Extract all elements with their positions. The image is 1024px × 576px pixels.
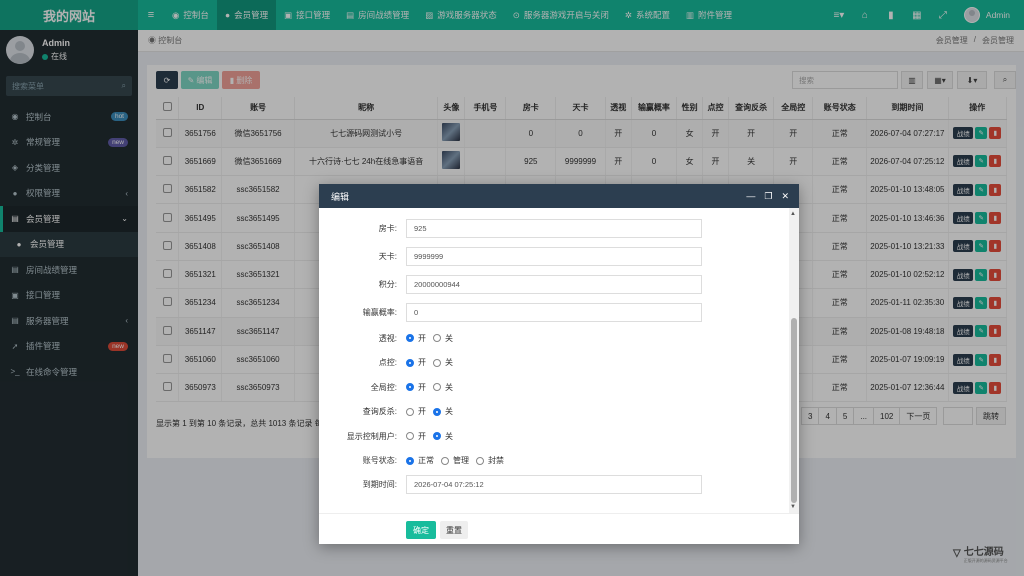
radio-option[interactable]: 开 bbox=[406, 333, 426, 344]
field-label: 点控: bbox=[378, 358, 397, 367]
radio-row: 显示控制用户: 开关 bbox=[319, 426, 789, 446]
close-icon[interactable]: ✕ bbox=[781, 191, 789, 202]
radio-row: 点控: 开关 bbox=[319, 353, 789, 373]
radio-label: 关 bbox=[445, 358, 453, 367]
radio-option[interactable]: 关 bbox=[433, 406, 453, 417]
field-label: 显示控制用户: bbox=[346, 431, 397, 441]
field-label: 天卡: bbox=[378, 251, 397, 261]
text-input[interactable]: 9999999 bbox=[406, 246, 702, 266]
radio-group: 开关 bbox=[406, 431, 453, 442]
radio-group: 开关 bbox=[406, 333, 453, 344]
radio-label: 正常 bbox=[418, 456, 434, 465]
radio-button[interactable] bbox=[476, 456, 484, 465]
scroll-up-icon[interactable]: ▲ bbox=[790, 211, 796, 217]
radio-group: 开关 bbox=[406, 357, 453, 368]
scroll-thumb[interactable] bbox=[791, 318, 797, 503]
radio-button[interactable] bbox=[441, 456, 449, 465]
radio-button[interactable] bbox=[406, 383, 414, 391]
field-label: 房卡: bbox=[378, 223, 397, 233]
radio-label: 开 bbox=[418, 358, 426, 367]
radio-button[interactable] bbox=[406, 334, 414, 342]
text-input[interactable]: 20000000944 bbox=[406, 274, 702, 294]
radio-option[interactable]: 开 bbox=[406, 357, 426, 368]
radio-option[interactable]: 关 bbox=[433, 431, 453, 442]
radio-button[interactable] bbox=[406, 407, 414, 416]
field-label: 查询反杀: bbox=[362, 407, 397, 416]
field-label: 输赢概率: bbox=[362, 307, 397, 317]
minimize-icon[interactable]: — bbox=[746, 191, 755, 202]
radio-row: 透视: 开关 bbox=[319, 328, 789, 348]
radio-row: 查询反杀: 开关 bbox=[319, 402, 789, 422]
datetime-input[interactable]: 2026-07-04 07:25:12 bbox=[406, 474, 702, 494]
radio-row: 全局控: 开关 bbox=[319, 377, 789, 397]
radio-label: 关 bbox=[445, 333, 453, 343]
maximize-icon[interactable]: ❐ bbox=[764, 191, 772, 202]
radio-group: 开关 bbox=[406, 382, 453, 393]
radio-row: 账号状态: 正常 管理 封禁 bbox=[319, 451, 789, 471]
radio-button[interactable] bbox=[406, 358, 414, 367]
field-label: 到期时间: bbox=[362, 479, 397, 489]
form-row: 积分: 20000000944 bbox=[319, 274, 789, 294]
field-label: 积分: bbox=[378, 279, 397, 289]
text-input[interactable]: 0 bbox=[406, 302, 702, 322]
radio-option[interactable]: 关 bbox=[433, 382, 453, 393]
radio-option[interactable]: 开 bbox=[406, 406, 426, 417]
radio-option[interactable]: 开 bbox=[406, 382, 426, 393]
radio-group: 正常 管理 封禁 bbox=[406, 455, 504, 466]
radio-button[interactable] bbox=[433, 358, 441, 367]
radio-label: 关 bbox=[445, 431, 453, 441]
radio-label: 关 bbox=[445, 407, 453, 416]
radio-label: 关 bbox=[445, 382, 453, 392]
radio-group: 开关 bbox=[406, 406, 453, 417]
radio-label: 封禁 bbox=[488, 456, 504, 465]
field-label: 透视: bbox=[378, 333, 397, 343]
dialog-title: 编辑 bbox=[331, 191, 350, 202]
radio-button[interactable] bbox=[433, 334, 441, 342]
radio-option[interactable]: 关 bbox=[433, 357, 453, 368]
field-label: 全局控: bbox=[370, 382, 397, 392]
radio-label: 开 bbox=[418, 382, 426, 392]
dialog-body: 房卡: 925 天卡: 9999999 积分: 20000000944 输赢概率: 0 透视: 开… bbox=[319, 208, 799, 513]
radio-option[interactable]: 封禁 bbox=[476, 455, 504, 466]
radio-label: 开 bbox=[418, 407, 426, 416]
radio-button[interactable] bbox=[433, 383, 441, 391]
dialog-scrollbar[interactable]: ▲ ▼ bbox=[789, 208, 799, 513]
radio-option[interactable]: 管理 bbox=[441, 455, 469, 466]
radio-button[interactable] bbox=[433, 432, 441, 440]
form-row: 天卡: 9999999 bbox=[319, 246, 789, 266]
dialog-footer: 确定 重置 bbox=[319, 513, 799, 544]
reset-button[interactable]: 重置 bbox=[440, 521, 468, 539]
form-row: 输赢概率: 0 bbox=[319, 302, 789, 322]
dialog-header: 编辑 — ❐ ✕ bbox=[319, 184, 799, 208]
radio-label: 开 bbox=[418, 333, 426, 343]
radio-option[interactable]: 关 bbox=[433, 333, 453, 344]
text-input[interactable]: 925 bbox=[406, 218, 702, 238]
scroll-down-icon[interactable]: ▼ bbox=[790, 504, 796, 510]
radio-button[interactable] bbox=[406, 456, 414, 465]
form-row: 房卡: 925 bbox=[319, 218, 789, 238]
radio-label: 开 bbox=[418, 431, 426, 441]
radio-button[interactable] bbox=[433, 407, 441, 416]
field-label: 账号状态: bbox=[362, 456, 397, 465]
confirm-button[interactable]: 确定 bbox=[406, 521, 436, 539]
radio-option[interactable]: 开 bbox=[406, 431, 426, 442]
form-row: 到期时间: 2026-07-04 07:25:12 bbox=[319, 474, 789, 494]
radio-label: 管理 bbox=[453, 456, 469, 465]
radio-button[interactable] bbox=[406, 432, 414, 440]
radio-option[interactable]: 正常 bbox=[406, 455, 434, 466]
edit-dialog: 编辑 — ❐ ✕ 房卡: 925 天卡: 9999999 积分: 20000000944 输… bbox=[319, 184, 799, 544]
